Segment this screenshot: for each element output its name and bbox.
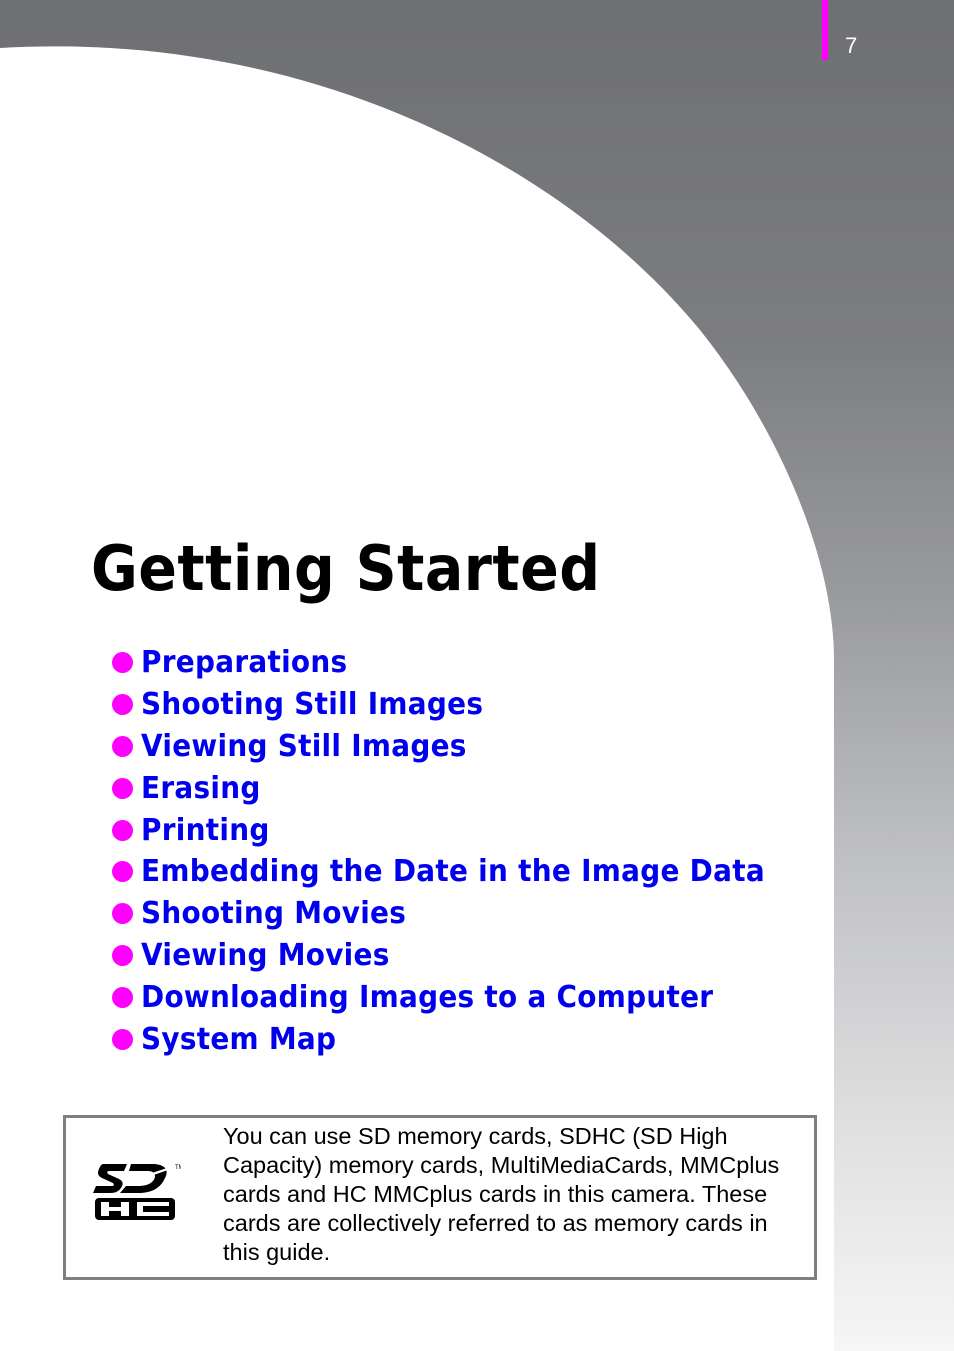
bullet-icon [112, 861, 133, 883]
page-number: 7 [845, 33, 858, 58]
page-title: Getting Started [91, 532, 601, 605]
sdhc-logo-icon: TM [93, 1164, 181, 1220]
section-item: Shooting Movies [112, 893, 812, 935]
svg-text:TM: TM [175, 1165, 181, 1171]
section-link-downloading-images[interactable]: Downloading Images to a Computer [141, 980, 713, 1015]
section-item: Viewing Still Images [112, 726, 812, 768]
bullet-icon [112, 944, 133, 966]
section-link-printing[interactable]: Printing [141, 813, 270, 848]
section-item: Preparations [112, 642, 812, 684]
section-item: Downloading Images to a Computer [112, 976, 812, 1018]
bullet-icon [112, 694, 133, 716]
section-link-viewing-movies[interactable]: Viewing Movies [141, 938, 390, 973]
section-link-erasing[interactable]: Erasing [141, 771, 261, 806]
bullet-icon [112, 819, 133, 841]
bullet-icon [112, 986, 133, 1008]
memory-card-note: TM You can use SD memory cards, SDHC (SD… [63, 1115, 817, 1280]
section-item: System Map [112, 1018, 812, 1060]
section-link-shooting-still-images[interactable]: Shooting Still Images [141, 687, 483, 722]
note-text: You can use SD memory cards, SDHC (SD Hi… [223, 1123, 780, 1265]
section-link-shooting-movies[interactable]: Shooting Movies [141, 896, 406, 931]
section-item: Viewing Movies [112, 935, 812, 977]
bullet-icon [112, 652, 133, 674]
section-item: Erasing [112, 767, 812, 809]
section-link-system-map[interactable]: System Map [141, 1022, 336, 1057]
section-link-embedding-date[interactable]: Embedding the Date in the Image Data [141, 854, 765, 889]
page-marker-bar [822, 0, 828, 60]
bullet-icon [112, 777, 133, 799]
section-list: Preparations Shooting Still Images Viewi… [112, 642, 812, 1060]
section-item: Embedding the Date in the Image Data [112, 851, 812, 893]
section-link-preparations[interactable]: Preparations [141, 645, 347, 680]
bullet-icon [112, 1028, 133, 1050]
section-item: Printing [112, 809, 812, 851]
bullet-icon [112, 903, 133, 925]
bullet-icon [112, 735, 133, 757]
section-item: Shooting Still Images [112, 684, 812, 726]
section-link-viewing-still-images[interactable]: Viewing Still Images [141, 729, 467, 764]
